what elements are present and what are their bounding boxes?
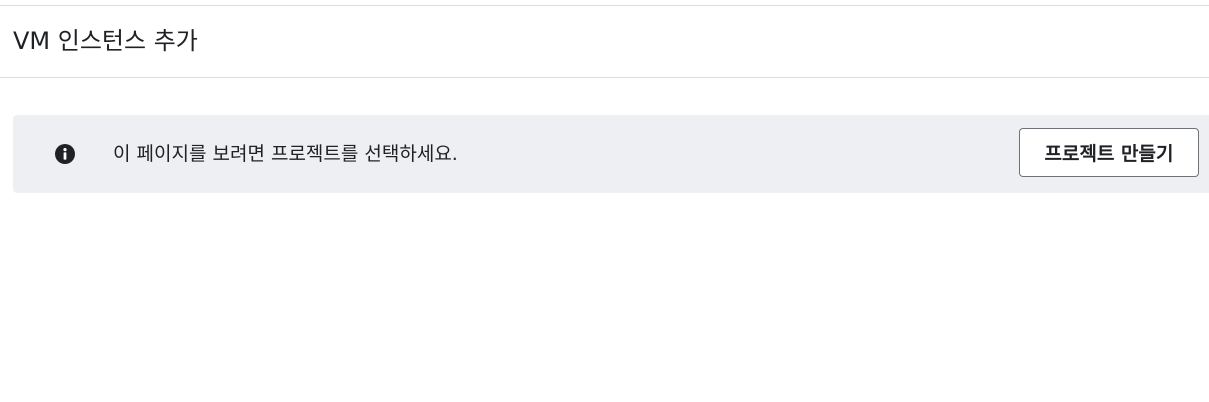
banner-message: 이 페이지를 보려면 프로젝트를 선택하세요.	[113, 143, 458, 165]
page-title: VM 인스턴스 추가	[13, 27, 198, 55]
info-icon	[54, 143, 76, 165]
info-banner: 이 페이지를 보려면 프로젝트를 선택하세요. 프로젝트 만들기	[13, 115, 1209, 193]
create-project-button[interactable]: 프로젝트 만들기	[1019, 128, 1199, 177]
page-header: VM 인스턴스 추가	[0, 6, 1209, 78]
